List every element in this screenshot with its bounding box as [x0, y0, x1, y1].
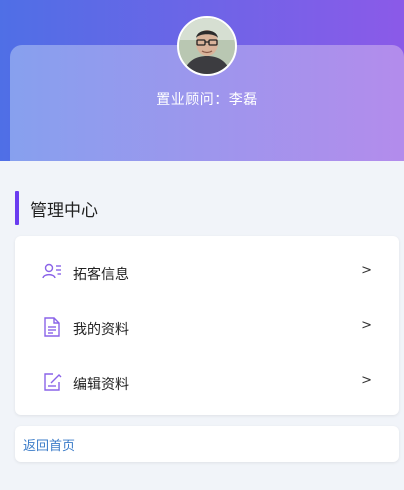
chevron-right-icon: >: [361, 263, 372, 278]
chevron-right-icon: >: [361, 373, 372, 388]
section-header: 管理中心: [15, 191, 98, 225]
chevron-right-icon: >: [361, 318, 372, 333]
menu-item-edit-profile[interactable]: 编辑资料 >: [15, 363, 399, 403]
advisor-name: 置业顾问：李磊: [156, 92, 258, 108]
header-banner: 置业顾问：李磊: [0, 0, 404, 161]
back-home-link[interactable]: 返回首页: [23, 435, 75, 454]
user-list-icon: [41, 261, 63, 283]
section-accent-bar: [15, 191, 19, 225]
edit-icon: [41, 371, 63, 393]
menu-item-my-profile[interactable]: 我的资料 >: [15, 308, 399, 348]
menu-item-label: 我的资料: [73, 322, 129, 338]
section-title: 管理中心: [30, 200, 98, 221]
menu-item-label: 拓客信息: [73, 267, 129, 283]
menu-card: 拓客信息 > 我的资料 > 编辑资料 >: [15, 236, 399, 415]
avatar-photo: [179, 18, 235, 74]
menu-item-label: 编辑资料: [73, 377, 129, 393]
back-home-card: 返回首页: [15, 426, 399, 462]
document-icon: [41, 316, 63, 338]
menu-item-prospect-info[interactable]: 拓客信息 >: [15, 253, 399, 293]
avatar: [177, 16, 237, 76]
profile-page: 置业顾问：李磊 管理中心 拓客信息 > 我的资料 > 编辑资料 > 返回首页: [0, 0, 404, 490]
